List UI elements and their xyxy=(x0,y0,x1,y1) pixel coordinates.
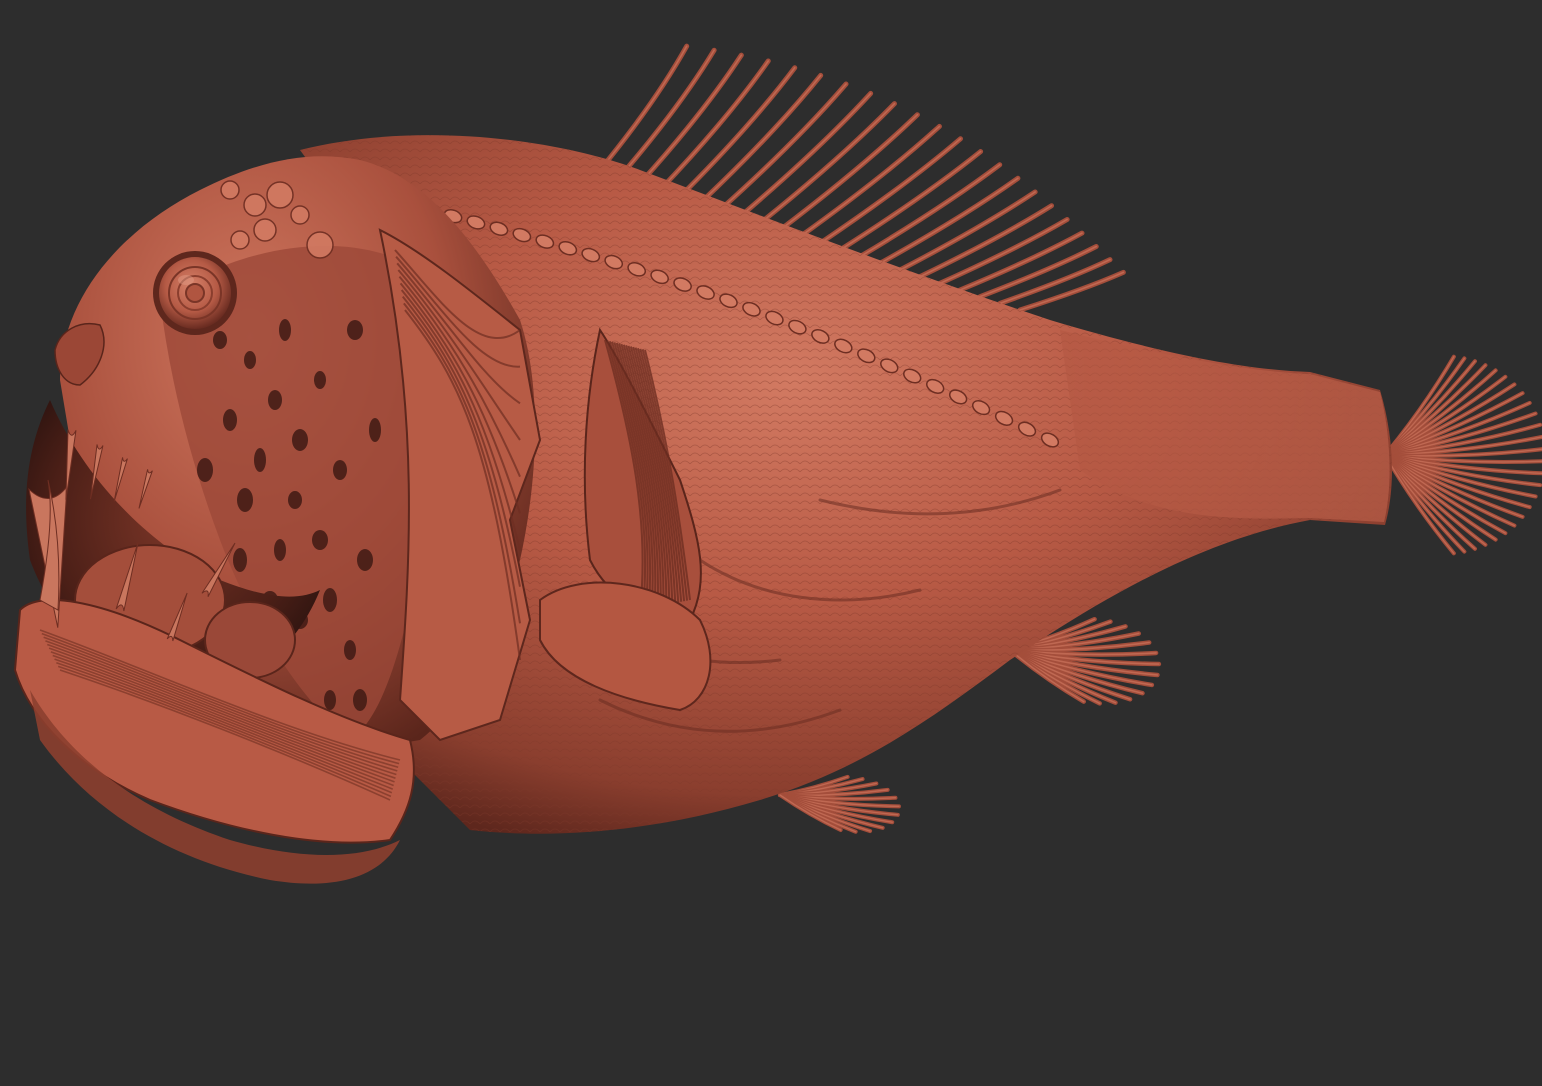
skin-pore xyxy=(347,320,363,340)
head-bump xyxy=(243,193,267,217)
skin-pore xyxy=(223,409,237,431)
skin-pore xyxy=(233,548,247,572)
fin-ray xyxy=(657,58,771,193)
fin-ray xyxy=(897,189,1038,273)
skin-pore xyxy=(292,429,308,451)
head-bump xyxy=(253,218,277,242)
skin-pore xyxy=(324,690,336,710)
skin-pore xyxy=(333,460,347,480)
fin-ray xyxy=(697,72,824,206)
skin-pore xyxy=(254,448,266,472)
skin-pore xyxy=(288,491,302,509)
head-bump xyxy=(306,231,334,259)
skin-pore xyxy=(244,351,256,369)
eye-icon xyxy=(153,251,237,335)
skin-pore xyxy=(357,549,373,571)
skin-pore xyxy=(213,331,227,349)
head-bump xyxy=(290,205,310,225)
skin-pore xyxy=(314,371,326,389)
skin-pore xyxy=(197,458,213,482)
fin-ray xyxy=(877,175,1021,266)
tail-fin xyxy=(1383,354,1542,556)
skin-pore xyxy=(344,640,356,660)
skin-pore xyxy=(268,390,282,410)
skin-pore xyxy=(237,488,253,512)
skin-pore xyxy=(353,689,367,711)
head-bump xyxy=(230,230,250,250)
fin-ray xyxy=(677,65,798,200)
skin-pore xyxy=(274,539,286,561)
skin-pore xyxy=(323,588,337,612)
skin-pore xyxy=(369,418,381,442)
skin-pore xyxy=(279,319,291,341)
head-bump xyxy=(266,181,294,209)
sculpt-viewport[interactable] xyxy=(0,0,1542,1086)
anglerfish-sculpt[interactable] xyxy=(0,0,1542,1086)
skin-pore xyxy=(312,530,328,550)
head-bump xyxy=(220,180,240,200)
